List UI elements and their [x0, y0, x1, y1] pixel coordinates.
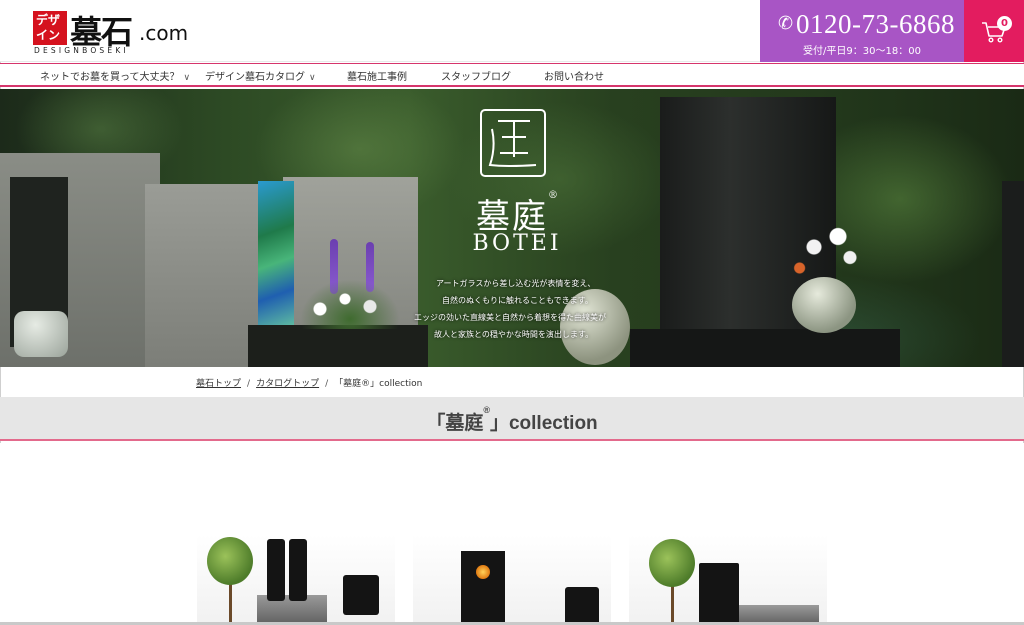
site-header: デザイン 墓石 .com DESIGNBOSEKI ✆ 0120-73-6868…: [0, 0, 1024, 62]
hero-banner: 墓庭® BOTEI アートガラスから差し込む光が表情を変え、 自然のぬくもりに触…: [0, 89, 1024, 367]
nav-item-net-purchase[interactable]: ネットでお墓を買って大丈夫？ ∨: [40, 68, 190, 83]
hero-copy-line: エッジの効いた直線美と自然から着想を得た曲線美が: [414, 313, 606, 322]
site-logo[interactable]: デザイン 墓石 .com DESIGNBOSEKI: [33, 9, 203, 55]
nav-item-blog[interactable]: スタッフブログ: [441, 68, 511, 83]
hero-brand-en: BOTEI: [472, 231, 562, 256]
flower-arrangement: [300, 279, 400, 329]
art-glass-panel: [258, 181, 294, 329]
logo-mark: デザイン: [33, 11, 67, 45]
tree-icon: [649, 539, 695, 587]
phone-number: 0120-73-6868: [796, 9, 955, 39]
cart-count-badge: 0: [997, 16, 1012, 31]
tree-icon: [207, 537, 253, 585]
glass-light: [476, 565, 490, 579]
product-card[interactable]: [413, 535, 611, 625]
breadcrumb-current: 「墓庭®」collection: [334, 379, 423, 389]
monument-pillar: [267, 539, 285, 601]
logo-subtitle: DESIGNBOSEKI: [34, 46, 129, 55]
phone-contact-box[interactable]: ✆ 0120-73-6868 受付/平日9：30〜18：00: [760, 0, 964, 62]
phone-hours: 受付/平日9：30〜18：00: [803, 46, 921, 57]
breadcrumb-link-top[interactable]: 墓石トップ: [196, 379, 241, 389]
monument-stone: [461, 551, 505, 625]
nav-item-contact[interactable]: お問い合わせ: [544, 68, 604, 83]
main-nav: ネットでお墓を買って大丈夫？ ∨ デザイン墓石カタログ ∨ 墓石施工事例 スタッフブ…: [0, 63, 1024, 87]
monument-stone: [699, 563, 739, 625]
dark-post: [1002, 181, 1024, 367]
logo-domain-text: .com: [139, 21, 189, 45]
hero-copy-line: アートガラスから差し込む光が表情を変え、: [436, 279, 596, 288]
nav-item-label: デザイン墓石カタログ: [205, 72, 305, 83]
product-grid: [0, 443, 1024, 625]
nav-item-label: ネットでお墓を買って大丈夫？: [40, 72, 180, 83]
black-granite-base: [630, 329, 900, 367]
product-card[interactable]: [197, 535, 395, 625]
monument-base: [248, 325, 428, 367]
vase-right: [792, 277, 856, 333]
nav-item-cases[interactable]: 墓石施工事例: [347, 68, 407, 83]
hero-copy-line: 自然のぬくもりに触れることもできます。: [442, 296, 593, 305]
chevron-down-icon: ∨: [183, 73, 191, 83]
product-card[interactable]: [629, 535, 827, 625]
breadcrumb-separator: /: [247, 379, 251, 389]
botei-emblem-icon: [480, 109, 546, 177]
vase-left: [14, 311, 68, 357]
cart-button[interactable]: 0: [964, 0, 1024, 62]
monument-block: [343, 575, 379, 615]
hero-copy: アートガラスから差し込む光が表情を変え、 自然のぬくもりに触れることもできます。…: [414, 275, 614, 343]
breadcrumb-link-catalog[interactable]: カタログトップ: [256, 379, 319, 389]
breadcrumb: 墓石トップ / カタログトップ / 「墓庭®」collection: [196, 376, 422, 389]
monument-pillar: [289, 539, 307, 601]
page-title: 「墓庭®」collection: [426, 405, 598, 434]
monument-block: [565, 587, 599, 625]
phone-icon: ✆: [778, 13, 794, 34]
chevron-down-icon: ∨: [309, 73, 316, 83]
nav-item-label: スタッフブログ: [441, 72, 511, 83]
title-band: 「墓庭®」collection: [0, 397, 1024, 441]
breadcrumb-separator: /: [325, 379, 329, 389]
nav-item-catalog[interactable]: デザイン墓石カタログ ∨: [205, 68, 316, 83]
nav-item-label: お問い合わせ: [544, 72, 604, 83]
hero-copy-line: 故人と家族との穏やかな時間を演出します。: [434, 330, 594, 339]
nav-item-label: 墓石施工事例: [347, 72, 407, 83]
granite-monument-center-left: [145, 184, 265, 367]
